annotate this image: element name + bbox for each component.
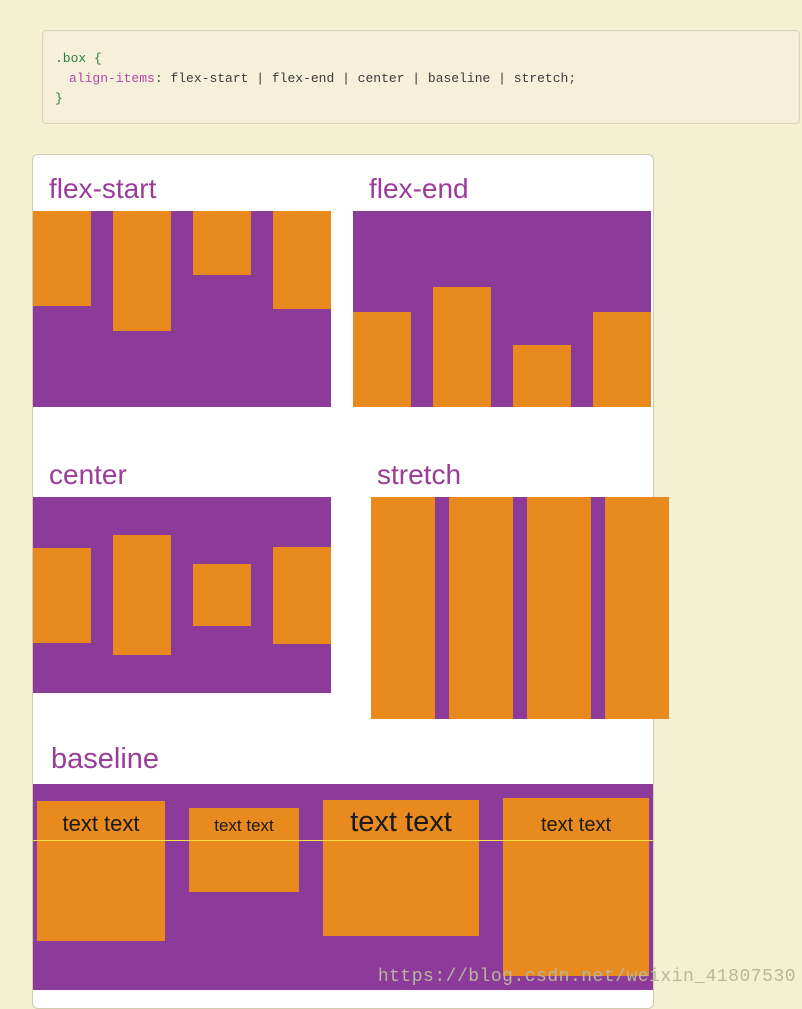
code-brace-open: { xyxy=(94,51,102,66)
label-flex-end: flex-end xyxy=(353,155,653,211)
code-colon: : xyxy=(155,71,163,86)
code-block: .box { align-items: flex-start | flex-en… xyxy=(42,30,800,124)
flexbox-center xyxy=(33,497,331,693)
code-property: align-items xyxy=(69,71,155,86)
code-value: flex-start | flex-end | center | baselin… xyxy=(170,71,568,86)
flex-item xyxy=(433,287,491,407)
flexbox-stretch xyxy=(371,497,669,719)
flex-item xyxy=(371,497,435,719)
flex-item xyxy=(513,345,571,407)
cell-stretch: stretch xyxy=(341,441,653,719)
flex-item xyxy=(449,497,513,719)
watermark-text: https://blog.csdn.net/weixin_41807530 xyxy=(378,967,796,987)
cell-flex-end: flex-end xyxy=(333,155,653,407)
code-selector: .box xyxy=(55,51,86,66)
flexbox-flex-start xyxy=(33,211,331,407)
flexbox-baseline: text text text text text text text text xyxy=(33,784,653,990)
baseline-item-text: text text xyxy=(350,806,452,839)
code-line-3: } xyxy=(55,89,787,109)
baseline-guide-line xyxy=(33,840,653,841)
baseline-item-text: text text xyxy=(62,811,139,837)
label-stretch: stretch xyxy=(361,441,653,497)
flexbox-flex-end xyxy=(353,211,651,407)
flex-item xyxy=(33,211,91,306)
label-flex-start: flex-start xyxy=(33,155,333,211)
baseline-item: text text xyxy=(189,808,299,892)
cell-flex-start: flex-start xyxy=(33,155,333,407)
baseline-item: text text xyxy=(323,800,479,936)
flex-item xyxy=(33,548,91,643)
label-baseline: baseline xyxy=(33,719,653,784)
demo-row-2: center stretch xyxy=(33,441,653,719)
flex-item xyxy=(273,547,331,644)
label-center: center xyxy=(33,441,341,497)
flex-item xyxy=(113,211,171,331)
code-line-2: align-items: flex-start | flex-end | cen… xyxy=(55,69,787,89)
flex-item xyxy=(353,312,411,407)
code-semicolon: ; xyxy=(568,71,576,86)
baseline-item-text: text text xyxy=(214,816,274,836)
cell-baseline: baseline text text text text text text t… xyxy=(33,719,653,990)
baseline-item: text text xyxy=(503,798,649,976)
flex-item xyxy=(193,211,251,275)
cell-center: center xyxy=(33,441,341,719)
flex-item xyxy=(593,312,651,407)
flex-item xyxy=(605,497,669,719)
flex-item xyxy=(193,564,251,626)
baseline-item: text text xyxy=(37,801,165,941)
code-brace-close: } xyxy=(55,91,63,106)
demo-row-1: flex-start flex-end xyxy=(33,155,653,407)
baseline-item-text: text text xyxy=(541,814,611,837)
demo-card: flex-start flex-end center xyxy=(32,154,654,1009)
flex-item xyxy=(527,497,591,719)
flex-item xyxy=(113,535,171,655)
code-line-1: .box { xyxy=(55,49,787,69)
flex-item xyxy=(273,211,331,309)
